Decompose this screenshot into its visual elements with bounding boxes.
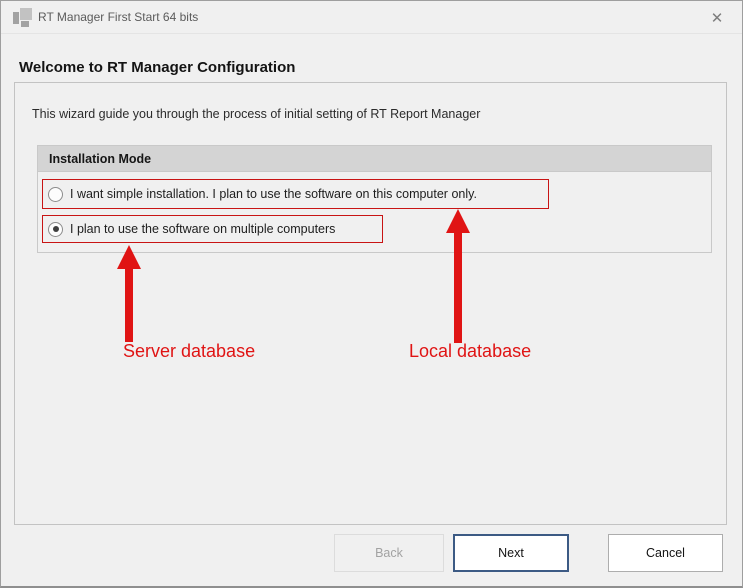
page-title: Welcome to RT Manager Configuration [19, 59, 295, 76]
annotation-box-server: I plan to use the software on multiple c… [42, 215, 383, 243]
radio-option-simple-installation[interactable]: I want simple installation. I plan to us… [43, 187, 548, 202]
window-title: RT Manager First Start 64 bits [38, 10, 198, 24]
next-button[interactable]: Next [453, 534, 569, 572]
app-icon [13, 8, 32, 27]
cancel-button[interactable]: Cancel [608, 534, 723, 572]
server-database-arrow-icon [117, 245, 141, 342]
radio-button-selected[interactable] [48, 222, 63, 237]
local-database-arrow-icon [446, 209, 470, 343]
dialog-window: RT Manager First Start 64 bits ✕ Welcome… [0, 0, 743, 588]
back-button[interactable]: Back [334, 534, 444, 572]
close-icon[interactable]: ✕ [704, 5, 730, 31]
annotation-box-local: I want simple installation. I plan to us… [42, 179, 549, 209]
groupbox-title: Installation Mode [38, 146, 711, 172]
radio-option-label: I plan to use the software on multiple c… [70, 222, 335, 236]
radio-button-unselected[interactable] [48, 187, 63, 202]
radio-option-multiple-computers[interactable]: I plan to use the software on multiple c… [43, 222, 382, 237]
wizard-intro-text: This wizard guide you through the proces… [32, 107, 480, 121]
local-database-label: Local database [409, 341, 531, 362]
title-bar[interactable]: RT Manager First Start 64 bits ✕ [1, 1, 742, 34]
server-database-label: Server database [123, 341, 255, 362]
radio-option-label: I want simple installation. I plan to us… [70, 187, 477, 201]
